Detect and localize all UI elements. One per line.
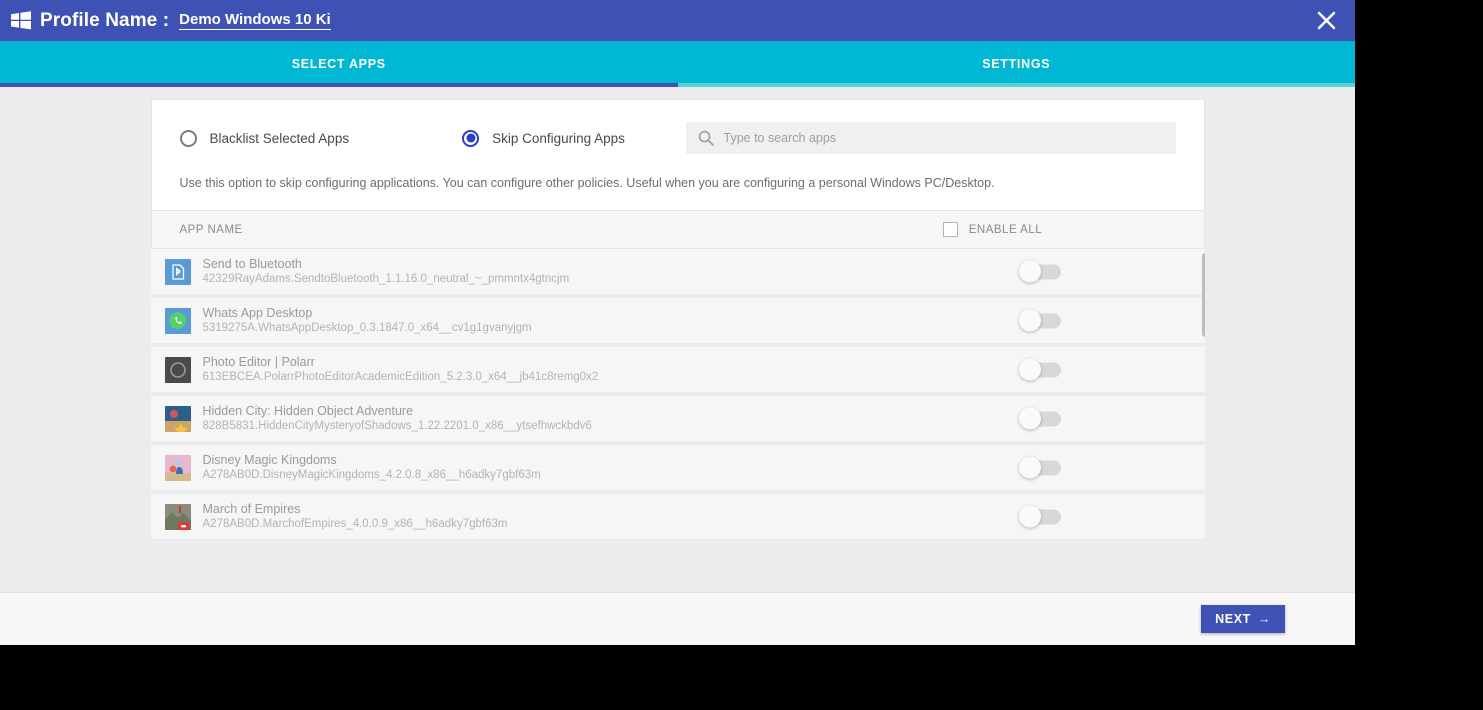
app-package: 5319275A.WhatsAppDesktop_0.3.1847.0_x64_… — [202, 322, 532, 335]
enable-all-toggle[interactable]: ENABLE ALL — [942, 222, 1043, 237]
app-package: A278AB0D.DisneyMagicKingdoms_4.2.0.8_x86… — [202, 469, 541, 482]
toggle-knob — [1018, 309, 1041, 332]
toggle-knob — [1018, 358, 1041, 381]
page-title: Profile Name : — [40, 9, 170, 31]
next-button[interactable]: NEXT → — [1201, 605, 1285, 633]
app-package: 828B5831.HiddenCityMysteryofShadows_1.22… — [202, 420, 592, 433]
scrollbar-thumb[interactable] — [1201, 253, 1205, 337]
app-enable-toggle[interactable] — [1018, 358, 1061, 381]
disney-magic-kingdoms-icon — [164, 454, 191, 481]
app-enable-toggle[interactable] — [1018, 407, 1061, 430]
search-input[interactable] — [723, 131, 1164, 145]
table-header: APP NAME ENABLE ALL — [150, 211, 1205, 249]
profile-name-value[interactable]: Demo Windows 10 Ki — [179, 11, 331, 30]
app-package: 42329RayAdams.SendtoBluetooth_1.1.16.0_n… — [202, 273, 570, 286]
app-info: Photo Editor | Polarr 613EBCEA.PolarrPho… — [203, 354, 599, 385]
radio-blacklist-label: Blacklist Selected Apps — [209, 130, 350, 146]
toggle-knob — [1018, 505, 1041, 528]
app-info: March of Empires A278AB0D.MarchofEmpires… — [203, 501, 508, 532]
apps-panel: Blacklist Selected Apps Skip Configuring… — [150, 99, 1205, 543]
search-icon — [698, 130, 714, 146]
footer-bar: NEXT → — [0, 592, 1355, 645]
content-area: Blacklist Selected Apps Skip Configuring… — [0, 87, 1355, 592]
app-package: A278AB0D.MarchofEmpires_4.0.0.9_x86__h6a… — [202, 518, 508, 531]
bluetooth-document-icon — [164, 258, 191, 285]
close-icon[interactable] — [1297, 0, 1355, 41]
app-info: Send to Bluetooth 42329RayAdams.SendtoBl… — [203, 256, 570, 287]
toggle-knob — [1018, 407, 1041, 430]
radio-skip-label: Skip Configuring Apps — [492, 130, 625, 146]
march-of-empires-icon — [164, 503, 191, 530]
app-name: March of Empires — [202, 502, 301, 517]
app-package: 613EBCEA.PolarrPhotoEditorAcademicEditio… — [202, 371, 599, 384]
whatsapp-icon — [164, 307, 191, 334]
tab-select-apps-label: SELECT APPS — [291, 57, 386, 71]
options-row: Blacklist Selected Apps Skip Configuring… — [179, 122, 1176, 154]
app-name: Whats App Desktop — [202, 306, 313, 321]
app-enable-toggle[interactable] — [1018, 456, 1061, 479]
enable-all-checkbox[interactable] — [942, 222, 958, 237]
column-header-app-name: APP NAME — [179, 223, 243, 236]
polarr-circle-icon — [164, 356, 191, 383]
radio-blacklist-selected-apps[interactable]: Blacklist Selected Apps — [179, 129, 350, 147]
radio-blacklist-indicator — [179, 129, 197, 147]
app-name: Send to Bluetooth — [202, 257, 302, 272]
windows-logo-icon — [8, 8, 34, 34]
app-enable-toggle[interactable] — [1018, 505, 1061, 528]
app-list[interactable]: Send to Bluetooth 42329RayAdams.SendtoBl… — [150, 249, 1205, 543]
toggle-knob — [1018, 260, 1041, 283]
radio-skip-indicator — [462, 129, 480, 147]
enable-all-label: ENABLE ALL — [968, 223, 1043, 236]
table-row[interactable]: Send to Bluetooth 42329RayAdams.SendtoBl… — [150, 249, 1205, 298]
app-name: Photo Editor | Polarr — [202, 355, 315, 370]
table-row[interactable]: Hidden City: Hidden Object Adventure 828… — [150, 396, 1205, 445]
option-description: Use this option to skip configuring appl… — [179, 176, 995, 190]
application-window: Profile Name : Demo Windows 10 Ki SELECT… — [0, 0, 1355, 645]
tab-select-apps[interactable]: SELECT APPS — [0, 41, 678, 87]
app-info: Hidden City: Hidden Object Adventure 828… — [203, 403, 592, 434]
options-card: Blacklist Selected Apps Skip Configuring… — [150, 99, 1205, 211]
app-name: Disney Magic Kingdoms — [202, 453, 337, 468]
table-row[interactable]: March of Empires A278AB0D.MarchofEmpires… — [150, 494, 1205, 543]
app-info: Disney Magic Kingdoms A278AB0D.DisneyMag… — [203, 452, 541, 483]
radio-skip-configuring-apps[interactable]: Skip Configuring Apps — [462, 129, 625, 147]
app-enable-toggle[interactable] — [1018, 309, 1061, 332]
hidden-city-game-icon — [164, 405, 191, 432]
table-row[interactable]: Whats App Desktop 5319275A.WhatsAppDeskt… — [150, 298, 1205, 347]
next-button-label: NEXT — [1215, 612, 1251, 626]
list-scrollbar[interactable] — [1201, 249, 1205, 543]
table-row[interactable]: Photo Editor | Polarr 613EBCEA.PolarrPho… — [150, 347, 1205, 396]
search-box[interactable] — [685, 122, 1176, 154]
tab-settings-label: SETTINGS — [982, 57, 1051, 71]
tab-bar: SELECT APPS SETTINGS — [0, 41, 1355, 87]
toggle-knob — [1018, 456, 1041, 479]
tab-settings[interactable]: SETTINGS — [677, 41, 1356, 87]
table-row[interactable]: Disney Magic Kingdoms A278AB0D.DisneyMag… — [150, 445, 1205, 494]
arrow-right-icon: → — [1257, 612, 1271, 626]
app-info: Whats App Desktop 5319275A.WhatsAppDeskt… — [203, 305, 532, 336]
title-bar: Profile Name : Demo Windows 10 Ki — [0, 0, 1355, 41]
app-enable-toggle[interactable] — [1018, 260, 1061, 283]
app-name: Hidden City: Hidden Object Adventure — [202, 404, 414, 419]
